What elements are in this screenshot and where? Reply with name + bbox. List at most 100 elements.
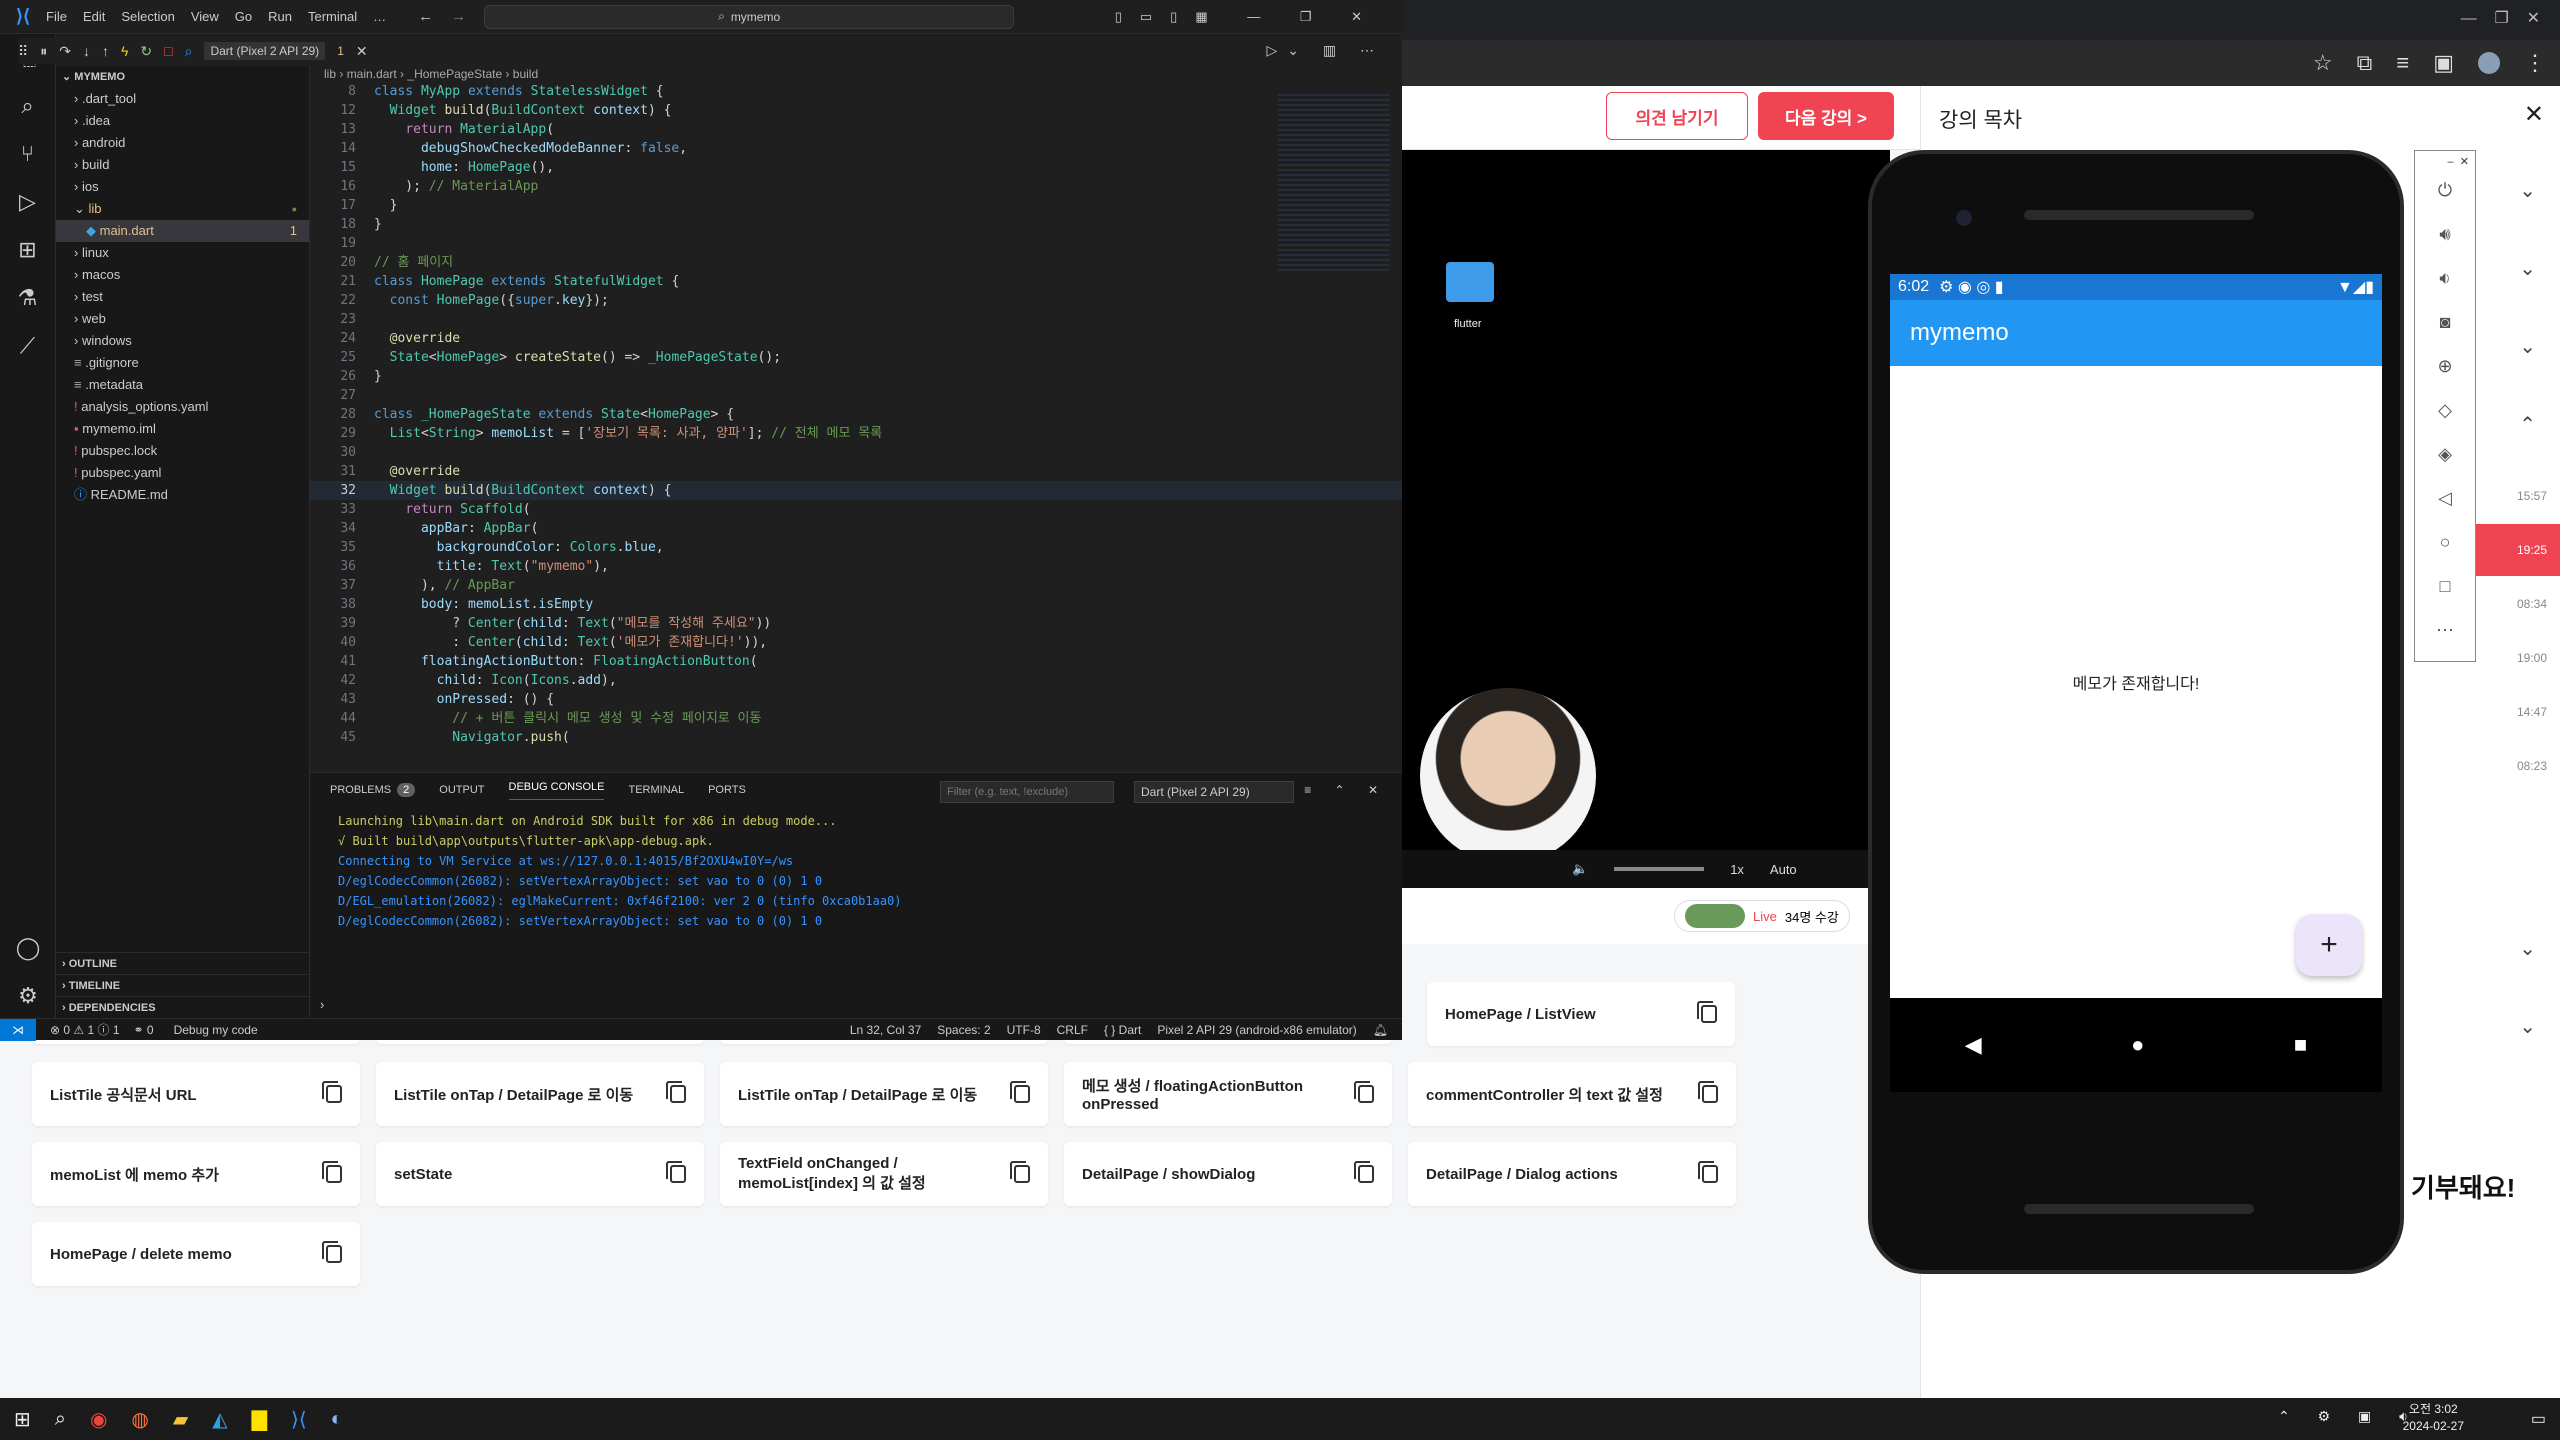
console-session-select[interactable]: Dart (Pixel 2 API 29) — [1134, 781, 1294, 803]
quality-button[interactable]: Auto — [1770, 862, 1797, 877]
breadcrumb-item[interactable]: _HomePageState — [407, 67, 502, 81]
camera-icon[interactable]: ◙ — [2440, 312, 2451, 333]
notification-icon[interactable]: ▭ — [2531, 1409, 2546, 1429]
tree-item[interactable]: › build — [56, 154, 309, 176]
drag-handle-icon[interactable]: ⠿ — [18, 43, 28, 60]
sidepanel-icon[interactable]: ▣ — [2433, 50, 2454, 76]
add-memo-fab[interactable]: + — [2296, 914, 2362, 976]
panel-tab[interactable]: PORTS — [708, 784, 746, 796]
tree-item[interactable]: ! pubspec.lock — [56, 440, 309, 462]
panel-tab[interactable]: OUTPUT — [439, 784, 484, 796]
menu-item[interactable]: Selection — [121, 9, 174, 24]
breadcrumb-item[interactable]: lib — [324, 67, 336, 81]
tree-item[interactable]: ⓘ README.md — [56, 484, 309, 506]
pause-icon[interactable]: ⏸ — [40, 43, 47, 60]
cursor-position[interactable]: Ln 32, Col 37 — [850, 1023, 921, 1037]
copy-icon[interactable] — [322, 1081, 342, 1103]
tree-item[interactable]: ! pubspec.yaml — [56, 462, 309, 484]
copy-icon[interactable] — [666, 1081, 686, 1103]
bell-icon[interactable]: 🔔︎ — [1373, 1023, 1388, 1037]
snippet-card[interactable]: ListTile onTap / DetailPage 로 이동 — [376, 1062, 704, 1126]
copy-icon[interactable] — [1698, 1081, 1718, 1103]
windows-start-icon[interactable]: ⊞ — [14, 1407, 31, 1432]
chevron-down-icon[interactable]: ⌄ — [2519, 936, 2536, 961]
tree-item[interactable]: › ios — [56, 176, 309, 198]
snippet-card[interactable]: DetailPage / Dialog actions — [1408, 1142, 1736, 1206]
volume-up-icon[interactable]: 🔊︎ — [2439, 224, 2450, 245]
rotate-right-icon[interactable]: ◈ — [2438, 444, 2452, 465]
overview-icon[interactable]: □ — [2440, 576, 2451, 597]
step-into-icon[interactable]: ↓ — [83, 43, 90, 59]
back-icon[interactable]: ◀ — [1965, 1032, 1982, 1058]
editor-actions[interactable]: ▷⌄ ▥ ⋯ — [1266, 42, 1384, 59]
panel-tab[interactable]: TERMINAL — [628, 784, 684, 796]
tray-icons[interactable]: ⌃ ⚙ ▣ 🔉︎ — [2278, 1408, 2420, 1425]
media-icon[interactable]: ≡ — [2396, 50, 2409, 76]
ports-status[interactable]: ⚭ 0 — [134, 1023, 154, 1037]
snippet-card[interactable]: setState — [376, 1142, 704, 1206]
nav-forward-icon[interactable]: → — [451, 8, 466, 25]
emulator-window-controls[interactable]: – ✕ — [2415, 151, 2475, 172]
console-prompt-icon[interactable]: › — [320, 997, 324, 1012]
volume-icon[interactable]: 🔈 — [1572, 861, 1588, 877]
chevron-down-icon[interactable]: ⌄ — [2519, 178, 2536, 203]
source-control-icon[interactable]: ⑂ — [0, 130, 55, 178]
command-center[interactable]: mymemo — [731, 10, 780, 24]
explorer-section[interactable]: › DEPENDENCIES — [56, 996, 310, 1018]
snippet-card[interactable]: HomePage / ListView — [1427, 982, 1735, 1046]
volume-slider[interactable] — [1614, 867, 1705, 871]
menu-item[interactable]: … — [373, 9, 386, 24]
remote-icon[interactable]: ⋊ — [0, 1018, 36, 1041]
copy-icon[interactable] — [1697, 1001, 1717, 1023]
next-lecture-button[interactable]: 다음 강의 > — [1758, 92, 1894, 140]
tree-item[interactable]: › windows — [56, 330, 309, 352]
tree-item[interactable]: › macos — [56, 264, 309, 286]
copy-icon[interactable] — [1354, 1161, 1374, 1183]
snippet-card[interactable]: HomePage / delete memo — [32, 1222, 360, 1286]
zoom-icon[interactable]: ⊕ — [2437, 356, 2452, 377]
device-select[interactable]: Dart (Pixel 2 API 29) — [204, 42, 326, 60]
debug-status[interactable]: Debug my code — [174, 1023, 258, 1037]
encoding-status[interactable]: UTF-8 — [1007, 1023, 1041, 1037]
flutter-icon[interactable]: ⟋ — [0, 322, 55, 370]
tree-item[interactable]: ⌄ lib ● — [56, 198, 309, 220]
feedback-button[interactable]: 의견 남기기 — [1606, 92, 1748, 140]
search-icon[interactable]: ⌕ — [0, 82, 55, 130]
console-filter-input[interactable]: Filter (e.g. text, !exclude) — [940, 781, 1114, 803]
extensions-icon[interactable]: ⊞ — [0, 226, 55, 274]
breadcrumb-item[interactable]: main.dart — [347, 67, 397, 81]
explorer-section[interactable]: › TIMELINE — [56, 974, 310, 996]
tree-item[interactable]: › test — [56, 286, 309, 308]
snippet-card[interactable]: TextField onChanged / memoList[index] 의 … — [720, 1142, 1048, 1206]
step-out-icon[interactable]: ↑ — [102, 43, 109, 59]
testing-icon[interactable]: ⚗ — [0, 274, 55, 322]
chevron-up-icon[interactable]: ⌃ — [2519, 412, 2536, 437]
flutter-app-icon[interactable]: ◐ — [331, 1408, 343, 1431]
stop-icon[interactable]: □ — [164, 43, 172, 59]
menu-item[interactable]: Edit — [83, 9, 105, 24]
home-icon[interactable]: ● — [2131, 1032, 2144, 1058]
menu-item[interactable]: Run — [268, 9, 292, 24]
vscode-icon[interactable]: ⟩⟨ — [291, 1407, 307, 1432]
hot-reload-icon[interactable]: ϟ — [121, 43, 128, 59]
file-explorer-icon[interactable]: ▰ — [173, 1407, 188, 1432]
rotate-left-icon[interactable]: ◇ — [2438, 400, 2452, 421]
eol-status[interactable]: CRLF — [1057, 1023, 1088, 1037]
code-area[interactable]: 8 class MyApp extends StatelessWidget {12… — [310, 82, 1402, 747]
telegram-icon[interactable]: ◭ — [212, 1407, 227, 1432]
snippet-card[interactable]: 메모 생성 / floatingActionButton onPressed — [1064, 1062, 1392, 1126]
snippet-card[interactable]: commentController 의 text 값 설정 — [1408, 1062, 1736, 1126]
copy-icon[interactable] — [1354, 1081, 1374, 1103]
window-controls[interactable]: — ❐ ✕ — [2461, 8, 2540, 28]
search-icon[interactable]: ⌕ — [55, 1408, 66, 1431]
run-debug-icon[interactable]: ▷ — [0, 178, 55, 226]
speed-button[interactable]: 1x — [1730, 862, 1744, 877]
close-icon[interactable]: ✕ — [356, 43, 368, 60]
copy-icon[interactable] — [1010, 1161, 1030, 1183]
tree-item[interactable]: ▪ mymemo.iml — [56, 418, 309, 440]
copy-icon[interactable] — [322, 1241, 342, 1263]
minimap[interactable] — [1278, 94, 1390, 274]
chrome-icon[interactable]: ◉ — [90, 1407, 107, 1432]
snippet-card[interactable]: DetailPage / showDialog — [1064, 1142, 1392, 1206]
firefox-icon[interactable]: ◍ — [131, 1407, 148, 1432]
